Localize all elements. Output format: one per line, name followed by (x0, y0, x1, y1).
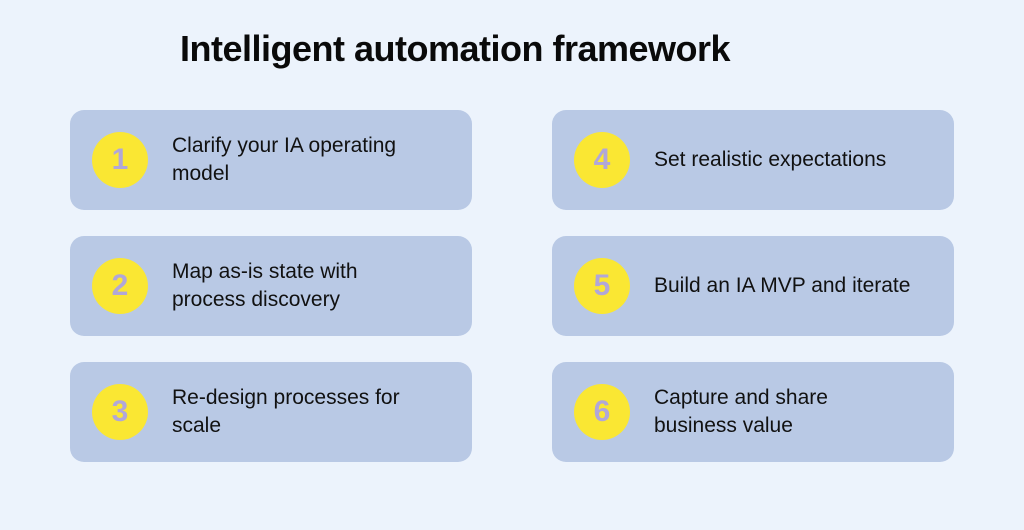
step-text: Set realistic expectations (654, 146, 886, 174)
step-card-3: 3 Re-design processes for scale (70, 362, 472, 462)
step-badge: 5 (574, 258, 630, 314)
step-number: 6 (594, 397, 611, 427)
step-text: Clarify your IA operating model (172, 132, 432, 189)
step-badge: 2 (92, 258, 148, 314)
step-text: Map as-is state with process discovery (172, 258, 432, 315)
step-number: 1 (112, 145, 129, 175)
step-number: 5 (594, 271, 611, 301)
step-number: 4 (594, 145, 611, 175)
step-badge: 4 (574, 132, 630, 188)
page-title: Intelligent automation framework (180, 28, 954, 70)
step-badge: 1 (92, 132, 148, 188)
step-card-2: 2 Map as-is state with process discovery (70, 236, 472, 336)
step-text: Re-design processes for scale (172, 384, 432, 441)
step-card-4: 4 Set realistic expectations (552, 110, 954, 210)
steps-grid: 1 Clarify your IA operating model 4 Set … (70, 110, 954, 462)
step-badge: 6 (574, 384, 630, 440)
step-badge: 3 (92, 384, 148, 440)
step-text: Capture and share business value (654, 384, 914, 441)
step-number: 3 (112, 397, 129, 427)
step-text: Build an IA MVP and iterate (654, 272, 910, 300)
step-number: 2 (112, 271, 129, 301)
step-card-1: 1 Clarify your IA operating model (70, 110, 472, 210)
step-card-5: 5 Build an IA MVP and iterate (552, 236, 954, 336)
step-card-6: 6 Capture and share business value (552, 362, 954, 462)
